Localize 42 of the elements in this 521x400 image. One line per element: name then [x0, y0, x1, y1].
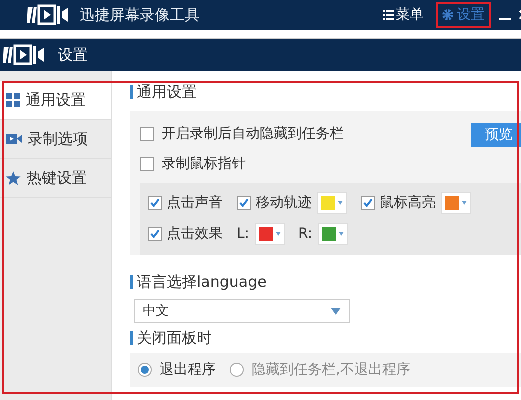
section-heading: 语言选择language — [137, 272, 267, 292]
option-label: 录制鼠标指针 — [162, 155, 246, 173]
caret-icon — [331, 308, 341, 314]
gear-icon — [442, 9, 454, 21]
color-label: R: — [298, 226, 313, 242]
option-label: 移动轨迹 — [256, 194, 312, 212]
video-camera-icon — [6, 133, 22, 145]
app-title: 迅捷屏幕录像工具 — [80, 6, 201, 24]
option-label: 点击效果 — [167, 224, 223, 242]
menu-button[interactable]: 菜单 — [379, 6, 428, 24]
section-heading: 通用设置 — [137, 82, 197, 102]
section-heading: 关闭面板时 — [137, 328, 212, 348]
checkbox[interactable] — [148, 226, 162, 240]
option-label: 鼠标高亮 — [380, 194, 436, 212]
sidebar-item[interactable]: 通用设置 — [0, 81, 111, 120]
checkbox[interactable] — [140, 127, 154, 141]
checkbox[interactable] — [237, 196, 251, 210]
color-picker[interactable] — [254, 222, 285, 244]
color-picker[interactable] — [317, 192, 347, 214]
dialog-title: 设置 — [58, 46, 88, 64]
caret-icon — [276, 232, 281, 236]
option-label: 开启录制后自动隐藏到任务栏 — [162, 125, 344, 143]
radio-label: 隐藏到任务栏,不退出程序 — [252, 361, 410, 379]
caret-icon — [338, 200, 343, 204]
sidebar-item[interactable]: 热键设置 — [0, 159, 111, 198]
option-label: 点击声音 — [167, 194, 223, 212]
radio-button[interactable] — [230, 363, 244, 377]
color-picker[interactable] — [318, 222, 348, 244]
checkbox[interactable] — [361, 196, 375, 210]
checkbox[interactable] — [148, 196, 162, 210]
radio-label: 退出程序 — [160, 361, 216, 379]
radio-button[interactable] — [138, 363, 152, 377]
color-picker[interactable] — [441, 192, 471, 214]
caret-icon — [338, 232, 344, 236]
caret-icon — [462, 200, 467, 204]
menu-icon — [383, 10, 394, 20]
color-label: L: — [237, 226, 250, 242]
grid-icon — [6, 93, 20, 107]
sidebar-item[interactable]: 录制选项 — [0, 120, 111, 159]
checkbox[interactable] — [140, 157, 154, 171]
star-icon — [6, 170, 21, 186]
language-dropdown[interactable]: 中文 — [134, 299, 350, 323]
